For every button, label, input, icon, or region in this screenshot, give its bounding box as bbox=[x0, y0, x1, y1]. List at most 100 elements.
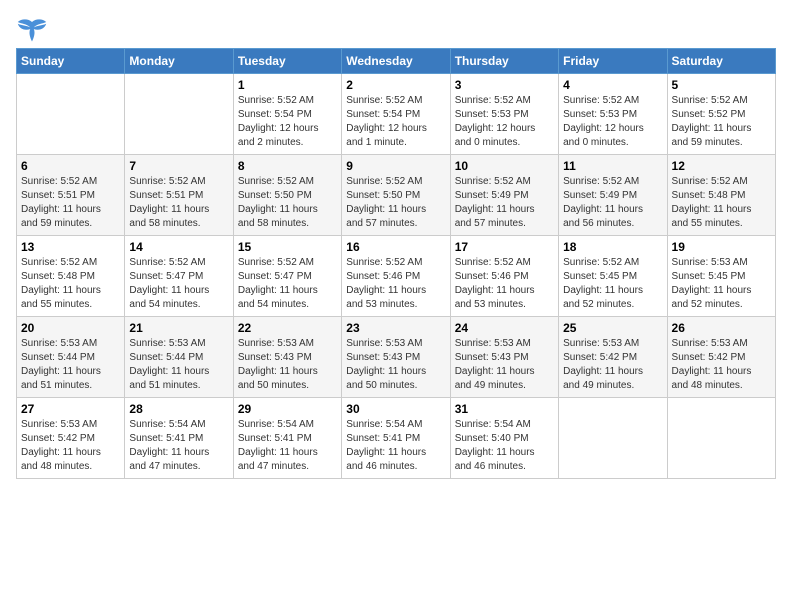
day-number: 10 bbox=[455, 159, 554, 173]
day-info: Sunrise: 5:54 AMSunset: 5:40 PMDaylight:… bbox=[455, 418, 554, 474]
calendar-cell: 25 Sunrise: 5:53 AMSunset: 5:42 PMDayligh… bbox=[559, 317, 667, 398]
day-info: Sunrise: 5:52 AMSunset: 5:54 PMDaylight:… bbox=[238, 94, 337, 150]
day-number: 7 bbox=[129, 159, 228, 173]
day-info: Sunrise: 5:52 AMSunset: 5:51 PMDaylight:… bbox=[21, 175, 120, 231]
calendar-cell: 11 Sunrise: 5:52 AMSunset: 5:49 PMDayligh… bbox=[559, 155, 667, 236]
day-number: 19 bbox=[672, 240, 771, 254]
day-number: 31 bbox=[455, 402, 554, 416]
day-number: 11 bbox=[563, 159, 662, 173]
calendar-cell: 15 Sunrise: 5:52 AMSunset: 5:47 PMDayligh… bbox=[233, 236, 341, 317]
day-info: Sunrise: 5:53 AMSunset: 5:42 PMDaylight:… bbox=[672, 337, 771, 393]
calendar-week-2: 6 Sunrise: 5:52 AMSunset: 5:51 PMDaylight… bbox=[17, 155, 776, 236]
day-header-wednesday: Wednesday bbox=[342, 49, 450, 74]
calendar-cell: 12 Sunrise: 5:52 AMSunset: 5:48 PMDayligh… bbox=[667, 155, 775, 236]
day-info: Sunrise: 5:53 AMSunset: 5:42 PMDaylight:… bbox=[21, 418, 120, 474]
calendar-cell: 10 Sunrise: 5:52 AMSunset: 5:49 PMDayligh… bbox=[450, 155, 558, 236]
calendar-cell: 29Sunrise: 5:54 AMSunset: 5:41 PMDayligh… bbox=[233, 398, 341, 479]
day-info: Sunrise: 5:52 AMSunset: 5:46 PMDaylight:… bbox=[346, 256, 445, 312]
logo-icon bbox=[16, 16, 48, 44]
day-number: 5 bbox=[672, 78, 771, 92]
calendar-cell: 7 Sunrise: 5:52 AMSunset: 5:51 PMDaylight… bbox=[125, 155, 233, 236]
calendar-cell: 31 Sunrise: 5:54 AMSunset: 5:40 PMDayligh… bbox=[450, 398, 558, 479]
day-number: 12 bbox=[672, 159, 771, 173]
day-info: Sunrise: 5:52 AMSunset: 5:49 PMDaylight:… bbox=[455, 175, 554, 231]
day-number: 22 bbox=[238, 321, 337, 335]
day-info: Sunrise: 5:52 AMSunset: 5:53 PMDaylight:… bbox=[455, 94, 554, 150]
day-info: Sunrise: 5:52 AMSunset: 5:47 PMDaylight:… bbox=[129, 256, 228, 312]
day-number: 24 bbox=[455, 321, 554, 335]
calendar-header-row: SundayMondayTuesdayWednesdayThursdayFrid… bbox=[17, 49, 776, 74]
calendar-cell: 13Sunrise: 5:52 AMSunset: 5:48 PMDayligh… bbox=[17, 236, 125, 317]
day-number: 27 bbox=[21, 402, 120, 416]
day-info: Sunrise: 5:53 AMSunset: 5:44 PMDaylight:… bbox=[21, 337, 120, 393]
day-info: Sunrise: 5:54 AMSunset: 5:41 PMDaylight:… bbox=[129, 418, 228, 474]
day-info: Sunrise: 5:54 AMSunset: 5:41 PMDaylight:… bbox=[346, 418, 445, 474]
calendar-cell: 1 Sunrise: 5:52 AMSunset: 5:54 PMDaylight… bbox=[233, 74, 341, 155]
calendar-cell: 9 Sunrise: 5:52 AMSunset: 5:50 PMDaylight… bbox=[342, 155, 450, 236]
calendar-cell: 5 Sunrise: 5:52 AMSunset: 5:52 PMDaylight… bbox=[667, 74, 775, 155]
day-info: Sunrise: 5:53 AMSunset: 5:43 PMDaylight:… bbox=[455, 337, 554, 393]
day-info: Sunrise: 5:53 AMSunset: 5:45 PMDaylight:… bbox=[672, 256, 771, 312]
day-header-sunday: Sunday bbox=[17, 49, 125, 74]
calendar-cell: 30 Sunrise: 5:54 AMSunset: 5:41 PMDayligh… bbox=[342, 398, 450, 479]
calendar-cell: 24 Sunrise: 5:53 AMSunset: 5:43 PMDayligh… bbox=[450, 317, 558, 398]
day-number: 1 bbox=[238, 78, 337, 92]
day-info: Sunrise: 5:52 AMSunset: 5:47 PMDaylight:… bbox=[238, 256, 337, 312]
day-number: 28 bbox=[129, 402, 228, 416]
calendar-cell bbox=[559, 398, 667, 479]
day-number: 3 bbox=[455, 78, 554, 92]
day-header-tuesday: Tuesday bbox=[233, 49, 341, 74]
calendar-cell: 4 Sunrise: 5:52 AMSunset: 5:53 PMDaylight… bbox=[559, 74, 667, 155]
calendar-cell: 2Sunrise: 5:52 AMSunset: 5:54 PMDaylight… bbox=[342, 74, 450, 155]
day-header-monday: Monday bbox=[125, 49, 233, 74]
day-info: Sunrise: 5:52 AMSunset: 5:45 PMDaylight:… bbox=[563, 256, 662, 312]
calendar-cell: 28 Sunrise: 5:54 AMSunset: 5:41 PMDayligh… bbox=[125, 398, 233, 479]
day-info: Sunrise: 5:52 AMSunset: 5:49 PMDaylight:… bbox=[563, 175, 662, 231]
calendar-cell: 23Sunrise: 5:53 AMSunset: 5:43 PMDayligh… bbox=[342, 317, 450, 398]
day-number: 15 bbox=[238, 240, 337, 254]
day-header-saturday: Saturday bbox=[667, 49, 775, 74]
calendar-cell: 21 Sunrise: 5:53 AMSunset: 5:44 PMDayligh… bbox=[125, 317, 233, 398]
calendar-cell: 22Sunrise: 5:53 AMSunset: 5:43 PMDayligh… bbox=[233, 317, 341, 398]
calendar-table: SundayMondayTuesdayWednesdayThursdayFrid… bbox=[16, 48, 776, 479]
calendar-cell bbox=[125, 74, 233, 155]
day-info: Sunrise: 5:52 AMSunset: 5:54 PMDaylight:… bbox=[346, 94, 445, 150]
day-number: 21 bbox=[129, 321, 228, 335]
day-number: 8 bbox=[238, 159, 337, 173]
calendar-cell: 18Sunrise: 5:52 AMSunset: 5:45 PMDayligh… bbox=[559, 236, 667, 317]
day-number: 16 bbox=[346, 240, 445, 254]
day-info: Sunrise: 5:53 AMSunset: 5:42 PMDaylight:… bbox=[563, 337, 662, 393]
calendar-cell: 27 Sunrise: 5:53 AMSunset: 5:42 PMDayligh… bbox=[17, 398, 125, 479]
day-info: Sunrise: 5:52 AMSunset: 5:53 PMDaylight:… bbox=[563, 94, 662, 150]
logo bbox=[16, 16, 52, 44]
day-info: Sunrise: 5:52 AMSunset: 5:50 PMDaylight:… bbox=[346, 175, 445, 231]
day-number: 17 bbox=[455, 240, 554, 254]
day-number: 6 bbox=[21, 159, 120, 173]
day-number: 25 bbox=[563, 321, 662, 335]
day-header-thursday: Thursday bbox=[450, 49, 558, 74]
calendar-cell: 16 Sunrise: 5:52 AMSunset: 5:46 PMDayligh… bbox=[342, 236, 450, 317]
day-info: Sunrise: 5:52 AMSunset: 5:50 PMDaylight:… bbox=[238, 175, 337, 231]
calendar-cell bbox=[17, 74, 125, 155]
day-info: Sunrise: 5:54 AMSunset: 5:41 PMDaylight:… bbox=[238, 418, 337, 474]
day-number: 20 bbox=[21, 321, 120, 335]
calendar-cell: 19 Sunrise: 5:53 AMSunset: 5:45 PMDayligh… bbox=[667, 236, 775, 317]
calendar-cell: 17 Sunrise: 5:52 AMSunset: 5:46 PMDayligh… bbox=[450, 236, 558, 317]
calendar-cell bbox=[667, 398, 775, 479]
calendar-week-1: 1 Sunrise: 5:52 AMSunset: 5:54 PMDaylight… bbox=[17, 74, 776, 155]
calendar-cell: 6 Sunrise: 5:52 AMSunset: 5:51 PMDaylight… bbox=[17, 155, 125, 236]
day-info: Sunrise: 5:52 AMSunset: 5:48 PMDaylight:… bbox=[672, 175, 771, 231]
day-header-friday: Friday bbox=[559, 49, 667, 74]
day-number: 9 bbox=[346, 159, 445, 173]
day-number: 13 bbox=[21, 240, 120, 254]
day-info: Sunrise: 5:53 AMSunset: 5:44 PMDaylight:… bbox=[129, 337, 228, 393]
calendar-week-5: 27 Sunrise: 5:53 AMSunset: 5:42 PMDayligh… bbox=[17, 398, 776, 479]
day-number: 4 bbox=[563, 78, 662, 92]
day-info: Sunrise: 5:52 AMSunset: 5:51 PMDaylight:… bbox=[129, 175, 228, 231]
calendar-week-4: 20 Sunrise: 5:53 AMSunset: 5:44 PMDayligh… bbox=[17, 317, 776, 398]
day-info: Sunrise: 5:52 AMSunset: 5:46 PMDaylight:… bbox=[455, 256, 554, 312]
day-number: 30 bbox=[346, 402, 445, 416]
day-number: 14 bbox=[129, 240, 228, 254]
day-number: 23 bbox=[346, 321, 445, 335]
day-info: Sunrise: 5:52 AMSunset: 5:52 PMDaylight:… bbox=[672, 94, 771, 150]
